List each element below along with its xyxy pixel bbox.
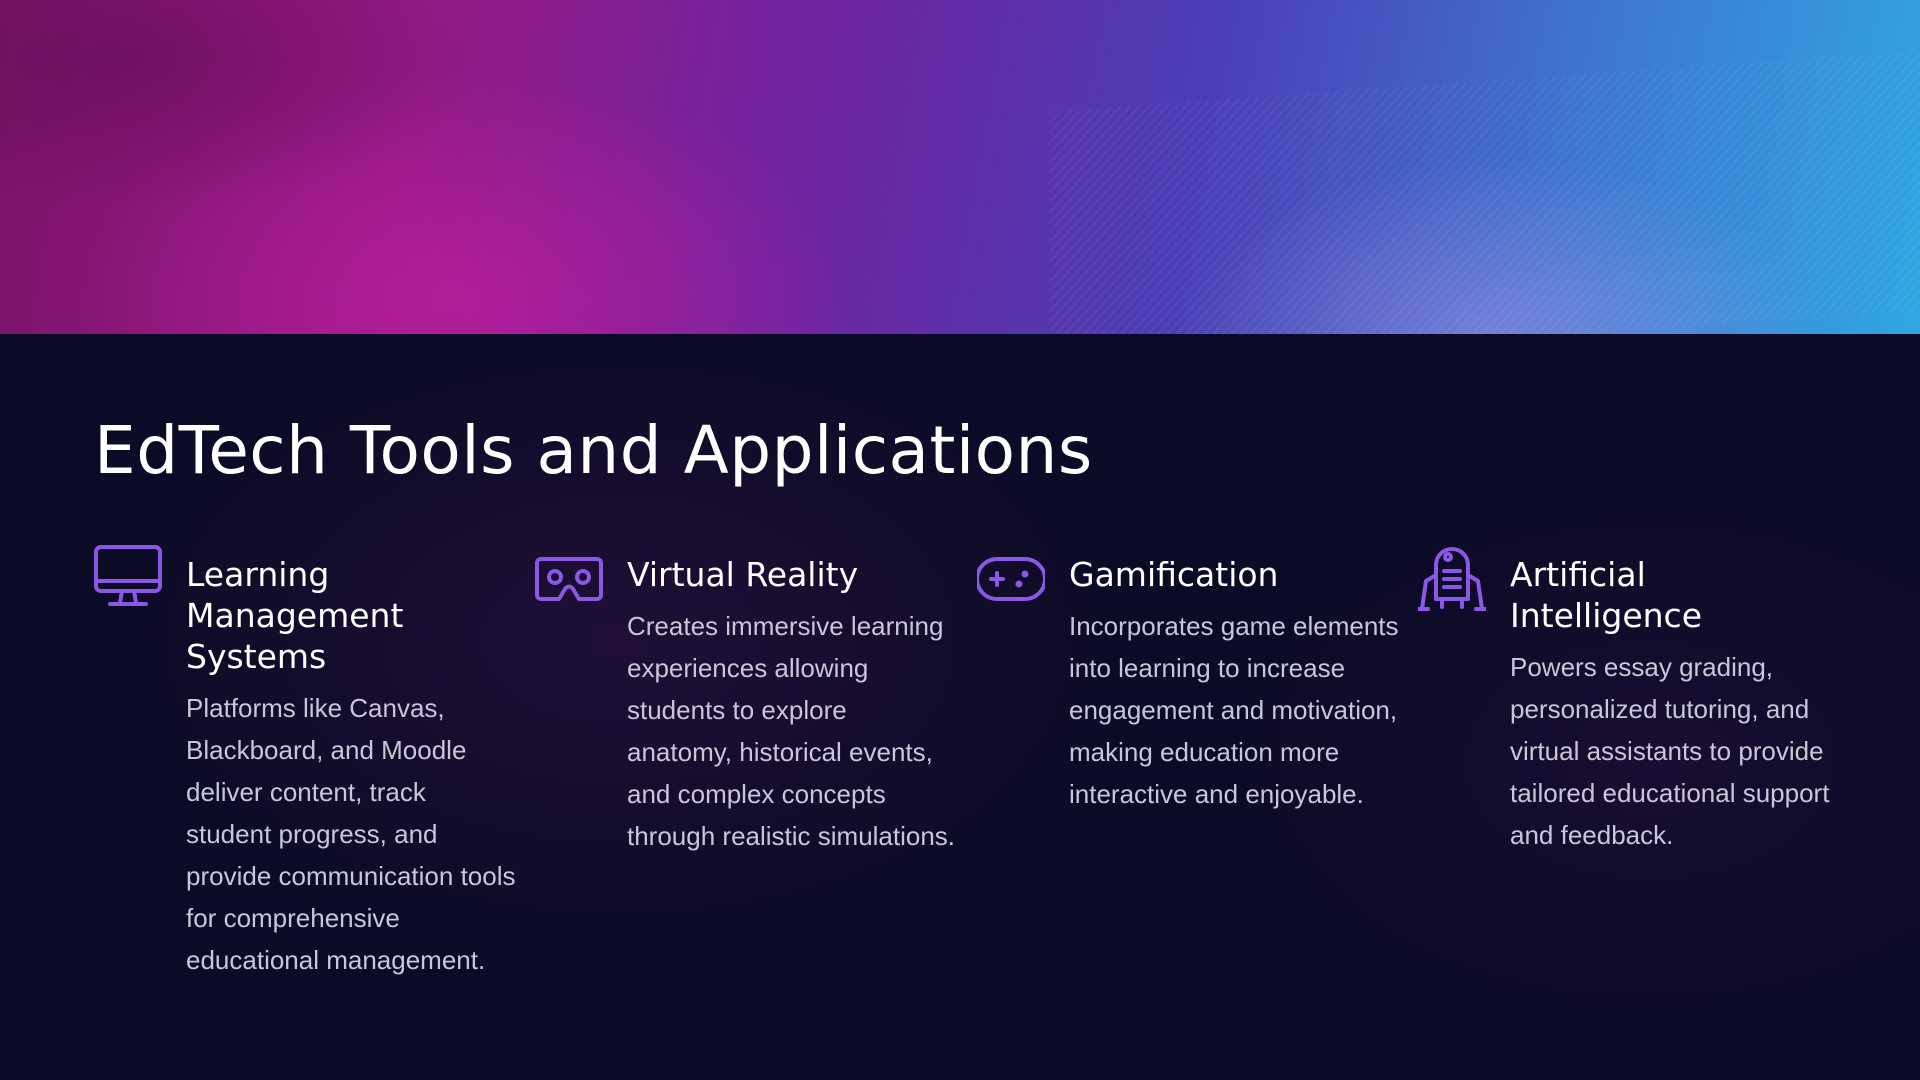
card-description: Incorporates game elements into learning… xyxy=(1069,611,1399,809)
monitor-icon xyxy=(94,545,164,615)
card-body: Artificial Intelligence Powers essay gra… xyxy=(1510,554,1840,856)
card-description: Powers essay grading, personalized tutor… xyxy=(1510,652,1830,850)
card-artificial-intelligence: Artificial Intelligence Powers essay gra… xyxy=(1418,545,1848,1005)
card-description: Platforms like Canvas, Blackboard, and M… xyxy=(186,693,516,975)
card-title: Artificial Intelligence xyxy=(1510,555,1703,635)
card-gamification: Gamification Incorporates game elements … xyxy=(977,545,1407,1005)
card-body: Gamification Incorporates game elements … xyxy=(1069,554,1399,815)
hero-banner-image xyxy=(0,0,1920,334)
card-description: Creates immersive learning experiences a… xyxy=(627,611,956,851)
slide: EdTech Tools and Applications Learning M… xyxy=(0,0,1920,1080)
card-virtual-reality: Virtual Reality Creates immersive learni… xyxy=(535,545,965,1005)
vr-headset-icon xyxy=(535,557,605,627)
robot-icon xyxy=(1418,541,1488,611)
card-title: Virtual Reality xyxy=(627,555,859,594)
card-learning-management-systems: Learning Management Systems Platforms li… xyxy=(94,545,524,1005)
card-title: Learning Management Systems xyxy=(186,555,404,676)
card-body: Virtual Reality Creates immersive learni… xyxy=(627,554,957,857)
page-title: EdTech Tools and Applications xyxy=(94,412,1093,489)
card-body: Learning Management Systems Platforms li… xyxy=(186,554,516,981)
gamepad-icon xyxy=(977,557,1047,627)
card-title: Gamification xyxy=(1069,555,1279,594)
